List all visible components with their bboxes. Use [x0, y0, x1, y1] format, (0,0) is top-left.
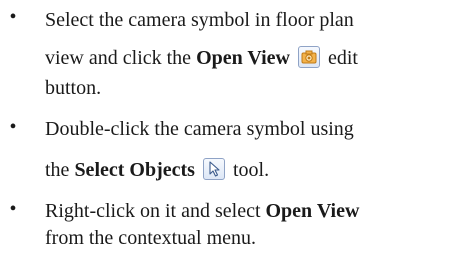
bullet: •: [9, 6, 17, 28]
item-2-line-1: Double-click the camera symbol using: [45, 118, 354, 140]
item-3-line-1: Right-click on it and select Open View: [45, 198, 460, 224]
list-item-context-menu: • Right-click on it and select Open View…: [0, 198, 466, 252]
item-2-line-2-post: tool.: [227, 159, 270, 181]
item-2-line-2-pre: the: [45, 159, 75, 181]
bullet: •: [9, 116, 17, 138]
item-1-line-2-pre: view and click the: [45, 47, 197, 69]
list-item-select-objects-tool: • Double-click the camera symbol using t…: [0, 116, 466, 188]
item-1-line-2: view and click the Open View edit: [45, 40, 460, 76]
item-1-line-2-post: edit: [322, 47, 358, 69]
item-2-line-2: the Select Objects tool.: [45, 152, 460, 188]
item-1-line-3: button.: [45, 77, 102, 99]
select-objects-term: Select Objects: [74, 159, 195, 181]
list-item-open-view-button: • Select the camera symbol in floor plan…: [0, 6, 466, 100]
open-view-menu-term: Open View: [265, 200, 360, 222]
open-view-term: Open View: [196, 47, 290, 69]
select-objects-arrow-icon: [202, 158, 225, 180]
bullet: •: [9, 198, 17, 220]
open-view-camera-icon: [297, 46, 320, 68]
item-1-line-1: Select the camera symbol in floor plan: [45, 9, 354, 31]
item-3-line-2: from the contextual menu.: [45, 227, 257, 249]
item-3-line-1-pre: Right-click on it and select: [45, 200, 266, 222]
